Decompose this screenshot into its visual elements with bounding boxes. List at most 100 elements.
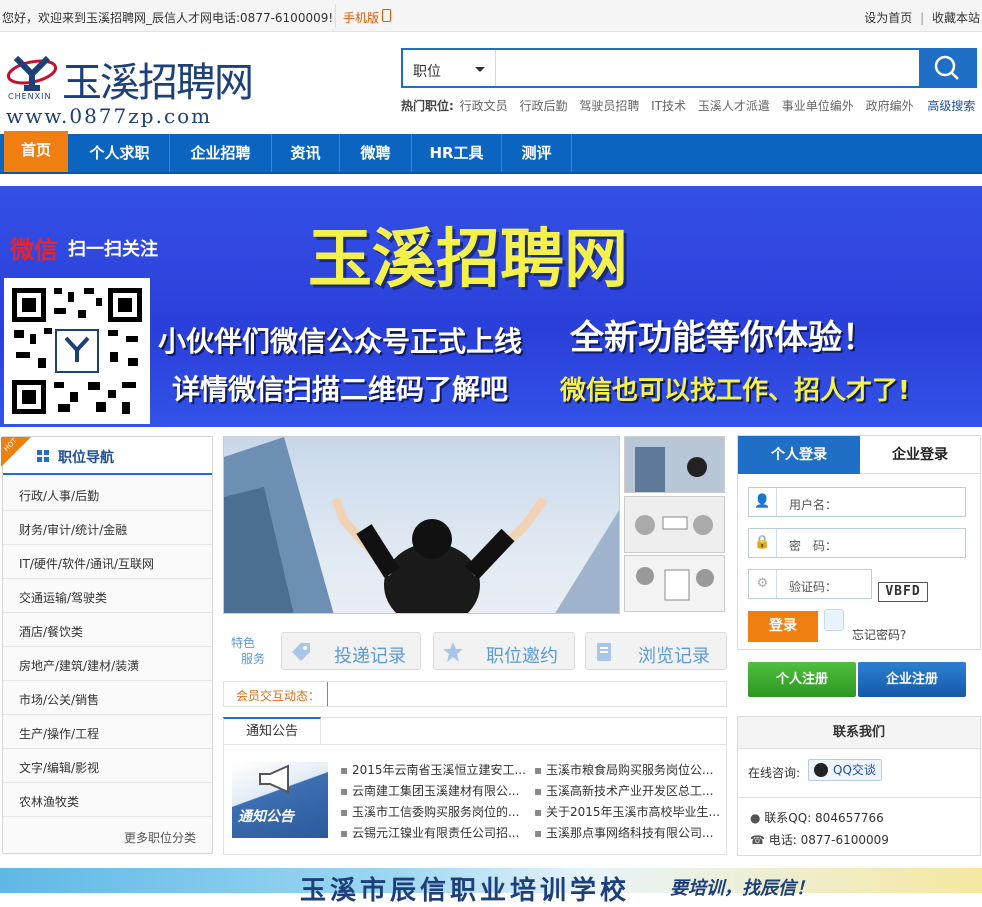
banner-line3: 全新功能等你体验！ [570, 318, 876, 358]
list-item[interactable]: ▪ 2015年云南省玉溪恒立建安工... [340, 760, 526, 781]
nav-item-microjob[interactable]: 微聘 [340, 134, 412, 172]
personal-register-button[interactable]: 个人注册 [748, 662, 856, 697]
tab-notice[interactable]: 通知公告 [223, 717, 321, 745]
password-field[interactable]: 🔒 密 码： [748, 528, 966, 558]
slide-thumbnail[interactable] [624, 436, 725, 493]
notice-link[interactable]: 玉溪市粮食局购买服务岗位公... [546, 763, 713, 777]
set-home-link[interactable]: 设为首页 [864, 11, 912, 25]
job-category-nav: HOT 职位导航 行政/人事/后勤 财务/审计/统计/金融 IT/硬件/软件/通… [1, 436, 213, 854]
user-icon: 👤 [749, 488, 777, 516]
divider [738, 797, 980, 798]
notice-link[interactable]: 云锡元江镍业有限责任公司招... [352, 826, 519, 840]
feature-label: 特色 服务 [223, 632, 279, 670]
training-school-banner[interactable]: 玉溪市辰信职业培训学校 要培训，找辰信！ [0, 868, 982, 906]
list-item[interactable]: ▪ 云锡元江镍业有限责任公司招... [340, 823, 526, 844]
top-bar: 您好，欢迎来到玉溪招聘网_辰信人才网电话:0877-6100009! 手机版 设… [0, 0, 982, 32]
notice-link[interactable]: 玉溪那点事网络科技有限公司... [546, 826, 713, 840]
search-type-select[interactable]: 职位 [403, 50, 496, 86]
job-category-item[interactable]: 农林渔牧类 [3, 783, 212, 817]
browse-record-button[interactable]: 浏览记录 [585, 632, 727, 670]
hot-keyword[interactable]: 事业单位编外 [782, 99, 854, 113]
telephone-icon: ☎ [750, 833, 769, 847]
nav-item-home[interactable]: 首页 [4, 131, 68, 172]
job-category-item[interactable]: 房地产/建筑/建材/装潢 [3, 647, 212, 681]
notice-link[interactable]: 玉溪市工信委购买服务岗位的... [352, 805, 519, 819]
nav-item-news[interactable]: 资讯 [272, 134, 340, 172]
site-logo[interactable]: CHENXIN 玉溪招聘网 www.0877zp.com [4, 48, 254, 128]
success-man-image [224, 437, 619, 613]
list-item[interactable]: ▪ 玉溪那点事网络科技有限公司... [534, 823, 720, 844]
username-field[interactable]: 👤 用户名： [748, 487, 966, 517]
slide-thumbnail[interactable] [624, 496, 725, 553]
slideshow-image[interactable] [223, 436, 620, 614]
nav-item-jobseeker[interactable]: 个人求职 [70, 134, 170, 172]
job-category-item[interactable]: 财务/审计/统计/金融 [3, 511, 212, 545]
nav-item-employer[interactable]: 企业招聘 [170, 134, 272, 172]
tab-company-login[interactable]: 企业登录 [860, 436, 980, 474]
hot-keyword[interactable]: 政府编外 [866, 99, 914, 113]
list-item[interactable]: ▪ 关于2015年玉溪市高校毕业生... [534, 802, 720, 823]
contact-title: 联系我们 [738, 717, 980, 749]
job-category-item[interactable]: IT/硬件/软件/通讯/互联网 [3, 545, 212, 579]
tab-personal-login[interactable]: 个人登录 [738, 436, 860, 474]
notice-link[interactable]: 关于2015年玉溪市高校毕业生... [546, 805, 720, 819]
job-category-item[interactable]: 市场/公关/销售 [3, 681, 212, 715]
hot-keyword[interactable]: 玉溪人才派遣 [698, 99, 770, 113]
qq-chat-label: QQ交谈 [833, 763, 876, 777]
hot-keyword[interactable]: IT技术 [651, 99, 686, 113]
login-button[interactable]: 登录 [748, 611, 818, 642]
qq-chat-button[interactable]: QQ交谈 [808, 759, 882, 781]
mobile-version-link[interactable]: 手机版 [343, 9, 379, 26]
hot-keyword[interactable]: 行政文员 [460, 99, 508, 113]
qr-code [4, 278, 150, 424]
banner-line1: 小伙伴们微信公众号正式上线 [158, 325, 523, 358]
hot-keyword[interactable]: 驾驶员招聘 [579, 99, 639, 113]
banner-line4: 微信也可以找工作、招人才了! [560, 376, 910, 406]
list-item[interactable]: ▪ 玉溪高新技术产业开发区总工... [534, 781, 720, 802]
notice-image-text: 通知公告 [238, 809, 294, 825]
job-category-item[interactable]: 酒店/餐饮类 [3, 613, 212, 647]
nav-item-hr-tools[interactable]: HR工具 [412, 134, 502, 172]
notice-list-left: ▪ 2015年云南省玉溪恒立建安工... ▪ 云南建工集团玉溪建材有限公... … [340, 760, 526, 844]
delivery-record-button[interactable]: 投递记录 [281, 632, 421, 670]
feature-services: 特色 服务 投递记录 职位邀约 浏览记录 [223, 632, 727, 670]
notice-link[interactable]: 2015年云南省玉溪恒立建安工... [352, 763, 526, 777]
job-category-item[interactable]: 生产/操作/工程 [3, 715, 212, 749]
company-register-button[interactable]: 企业注册 [858, 662, 966, 697]
forgot-password-link[interactable]: 忘记密码? [852, 626, 906, 643]
promo-banner[interactable]: 微信 扫一扫关注 玉溪招聘网 小伙伴们微信公众号正式上线 详情微信扫描二维码了解… [0, 186, 982, 427]
nav-item-assessment[interactable]: 测评 [502, 134, 572, 172]
bottom-banner-slogan: 要培训，找辰信！ [670, 878, 814, 899]
notice-link[interactable]: 玉溪高新技术产业开发区总工... [546, 784, 713, 798]
list-item[interactable]: ▪ 玉溪市粮食局购买服务岗位公... [534, 760, 720, 781]
hot-keyword[interactable]: 行政后勤 [519, 99, 567, 113]
thumbnail-image [625, 437, 724, 492]
more-categories-link[interactable]: 更多职位分类 [124, 829, 196, 846]
job-invite-label: 职位邀约 [486, 646, 558, 667]
main-nav: 首页 个人求职 企业招聘 资讯 微聘 HR工具 测评 [0, 131, 982, 174]
notice-list-right: ▪ 玉溪市粮食局购买服务岗位公... ▪ 玉溪高新技术产业开发区总工... ▪ … [534, 760, 720, 844]
search-input[interactable] [497, 50, 919, 86]
bookmark-link[interactable]: 收藏本站 [932, 11, 980, 25]
job-invite-button[interactable]: 职位邀约 [433, 632, 575, 670]
qr-code-icon [12, 288, 142, 414]
list-item[interactable]: ▪ 云南建工集团玉溪建材有限公... [340, 781, 526, 802]
thumbnail-image [625, 556, 724, 611]
job-category-item[interactable]: 交通运输/驾驶类 [3, 579, 212, 613]
list-item[interactable]: ▪ 玉溪市工信委购买服务岗位的... [340, 802, 526, 823]
browse-record-label: 浏览记录 [638, 646, 710, 667]
advanced-search-link[interactable]: 高级搜索 [927, 99, 975, 113]
chevron-down-icon [475, 67, 485, 72]
divider [224, 744, 726, 745]
captcha-image[interactable]: VBFD [878, 582, 928, 602]
lock-icon: 🔒 [749, 529, 777, 557]
qq-login-icon[interactable] [824, 609, 844, 631]
search-button[interactable] [919, 50, 975, 86]
job-nav-title: 职位导航 [58, 450, 114, 466]
job-category-item[interactable]: 行政/人事/后勤 [3, 477, 212, 511]
notice-link[interactable]: 云南建工集团玉溪建材有限公... [352, 784, 519, 798]
hot-keywords: 热门职位: 行政文员 行政后勤 驾驶员招聘 IT技术 玉溪人才派遣 事业单位编外… [401, 97, 975, 114]
slide-thumbnail[interactable] [624, 555, 725, 612]
captcha-field[interactable]: ⚙ 验证码： [748, 569, 872, 599]
job-category-item[interactable]: 文字/编辑/影视 [3, 749, 212, 783]
